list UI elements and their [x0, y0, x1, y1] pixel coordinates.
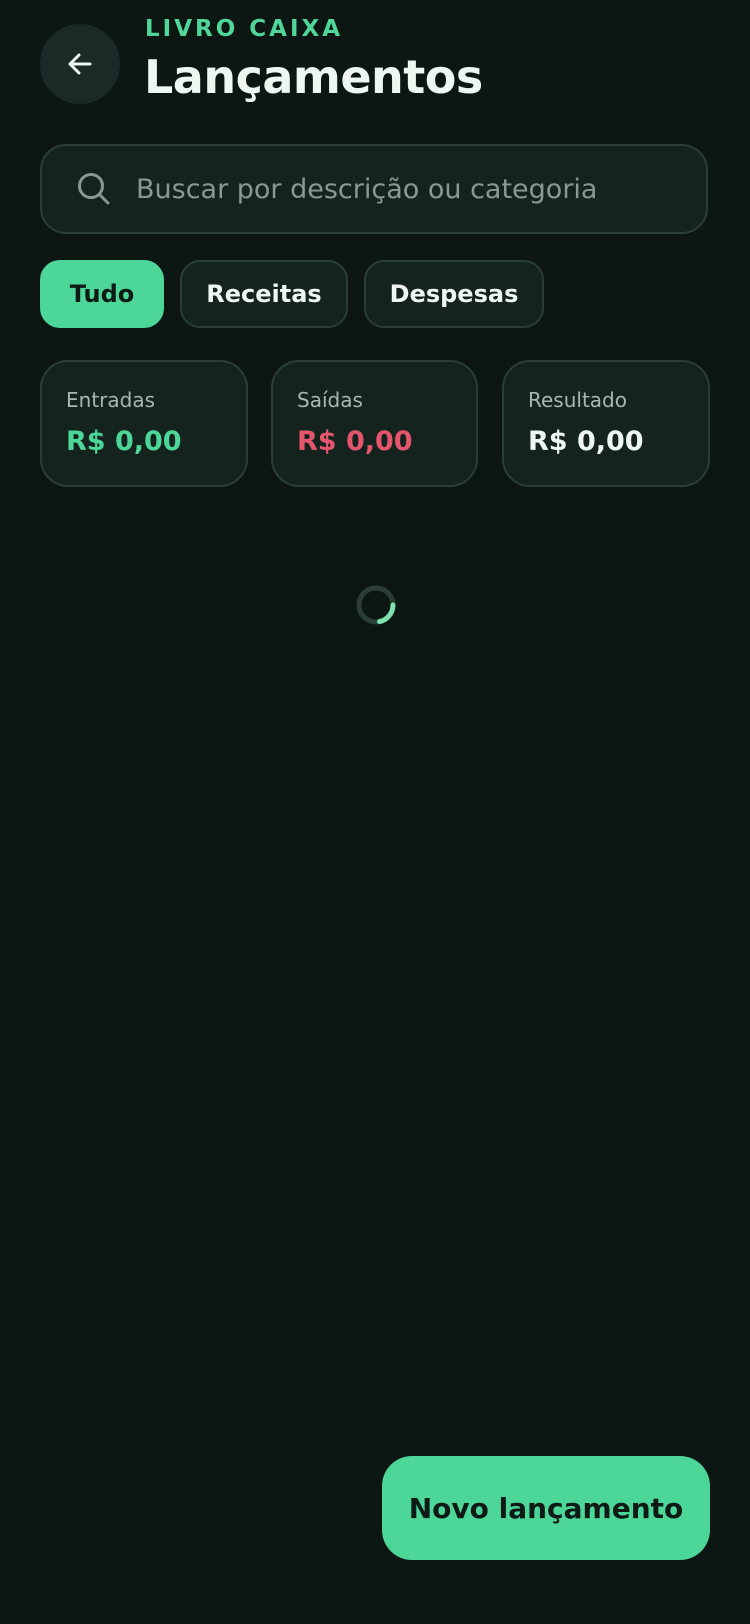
summary-card-entradas: Entradas R$ 0,00: [40, 360, 248, 487]
loading-spinner-icon: [356, 585, 396, 625]
search-input[interactable]: [134, 172, 686, 206]
arrow-left-icon: [68, 53, 92, 75]
page-title: Lançamentos: [144, 50, 483, 104]
filter-chip-tudo[interactable]: Tudo: [40, 260, 164, 328]
filter-chip-receitas[interactable]: Receitas: [180, 260, 348, 328]
new-entry-button[interactable]: Novo lançamento: [382, 1456, 710, 1560]
search-icon: [78, 173, 110, 205]
summary-card-label: Saídas: [297, 388, 363, 412]
summary-card-value: R$ 0,00: [66, 426, 182, 457]
summary-card-label: Entradas: [66, 388, 156, 412]
summary-card-label: Resultado: [528, 388, 627, 412]
filter-chip-label: Despesas: [389, 280, 519, 308]
summary-card-resultado: Resultado R$ 0,00: [502, 360, 710, 487]
summary-card-value: R$ 0,00: [528, 426, 644, 457]
filter-chip-label: Tudo: [69, 280, 135, 308]
summary-card-saidas: Saídas R$ 0,00: [271, 360, 478, 487]
section-eyebrow: LIVRO CAIXA: [145, 16, 344, 42]
summary-card-value: R$ 0,00: [297, 426, 413, 457]
search-box[interactable]: [40, 144, 708, 234]
screen: LIVRO CAIXA Lançamentos Tudo Receitas De…: [0, 0, 750, 1624]
back-button[interactable]: [40, 24, 120, 104]
filter-chip-despesas[interactable]: Despesas: [364, 260, 544, 328]
filter-chip-label: Receitas: [206, 280, 322, 308]
